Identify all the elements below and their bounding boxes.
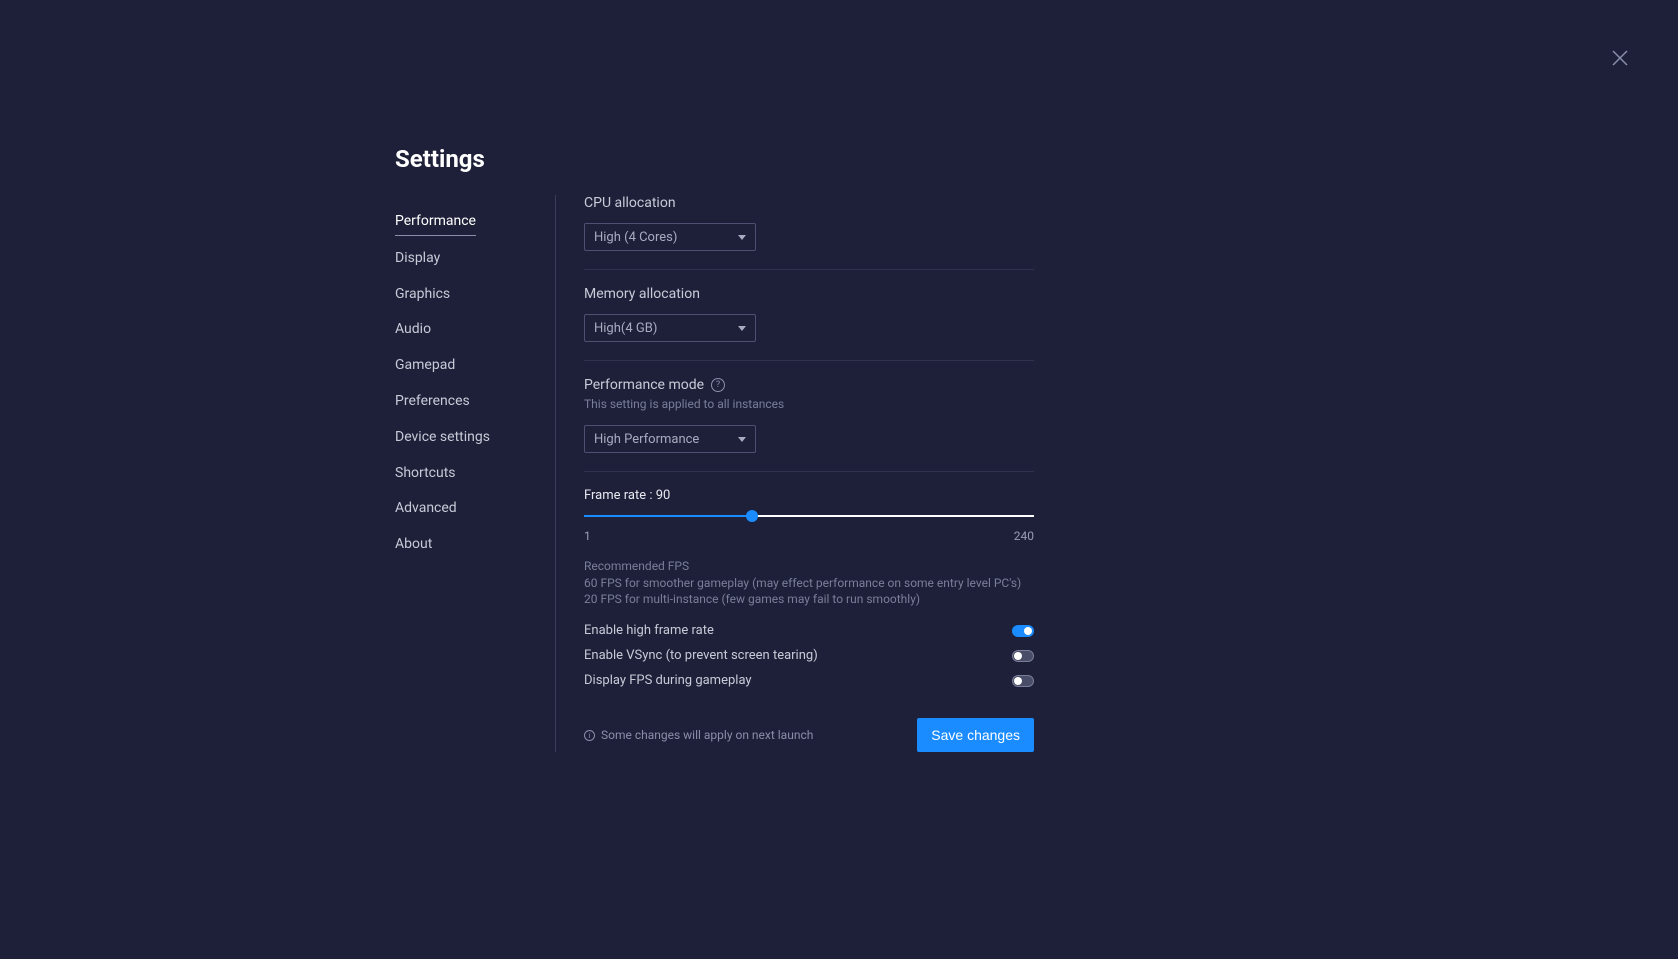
nav-item-device-settings[interactable]: Device settings: [395, 424, 555, 451]
nav-item-display[interactable]: Display: [395, 245, 555, 272]
page-title: Settings: [395, 145, 555, 173]
nav-item-gamepad[interactable]: Gamepad: [395, 352, 555, 379]
memory-allocation-label: Memory allocation: [584, 286, 1034, 302]
frame-rate-section: Frame rate : 90 1 240 Recommended FPS 60…: [584, 488, 1034, 688]
display-fps-toggle[interactable]: [1012, 675, 1034, 687]
enable-vsync-toggle[interactable]: [1012, 650, 1034, 662]
cpu-allocation-value: High (4 Cores): [594, 230, 677, 245]
nav-item-shortcuts[interactable]: Shortcuts: [395, 460, 555, 487]
display-fps-label: Display FPS during gameplay: [584, 673, 752, 688]
help-icon[interactable]: ?: [711, 378, 725, 392]
enable-high-frame-rate-row: Enable high frame rate: [584, 623, 1034, 638]
settings-nav: Performance Display Graphics Audio Gamep…: [395, 208, 555, 558]
nav-item-advanced[interactable]: Advanced: [395, 495, 555, 522]
settings-footer: i Some changes will apply on next launch…: [584, 718, 1034, 752]
chevron-down-icon: [738, 235, 746, 240]
apply-notice: i Some changes will apply on next launch: [584, 728, 813, 742]
frame-rate-label: Frame rate : 90: [584, 488, 1034, 503]
enable-vsync-row: Enable VSync (to prevent screen tearing): [584, 648, 1034, 663]
performance-mode-section: Performance mode ? This setting is appli…: [584, 377, 1034, 472]
performance-mode-label: Performance mode ?: [584, 377, 1034, 393]
nav-item-performance[interactable]: Performance: [395, 208, 476, 236]
recommended-fps-title: Recommended FPS: [584, 559, 1034, 573]
chevron-down-icon: [738, 326, 746, 331]
nav-item-about[interactable]: About: [395, 531, 555, 558]
nav-item-preferences[interactable]: Preferences: [395, 388, 555, 415]
cpu-allocation-select[interactable]: High (4 Cores): [584, 223, 756, 251]
slider-thumb[interactable]: [746, 510, 758, 522]
frame-rate-min: 1: [584, 529, 591, 543]
apply-notice-text: Some changes will apply on next launch: [601, 728, 813, 742]
nav-item-audio[interactable]: Audio: [395, 316, 555, 343]
vertical-divider: [555, 195, 556, 752]
memory-allocation-value: High(4 GB): [594, 321, 657, 336]
chevron-down-icon: [738, 437, 746, 442]
enable-vsync-label: Enable VSync (to prevent screen tearing): [584, 648, 818, 663]
frame-rate-slider[interactable]: [584, 509, 1034, 523]
save-changes-button[interactable]: Save changes: [917, 718, 1034, 752]
slider-track-fill: [584, 515, 752, 517]
frame-rate-max: 240: [1014, 529, 1034, 543]
cpu-allocation-label: CPU allocation: [584, 195, 1034, 211]
info-icon: i: [584, 730, 595, 741]
performance-mode-subtext: This setting is applied to all instances: [584, 397, 1034, 411]
memory-allocation-select[interactable]: High(4 GB): [584, 314, 756, 342]
display-fps-row: Display FPS during gameplay: [584, 673, 1034, 688]
memory-allocation-section: Memory allocation High(4 GB): [584, 286, 1034, 361]
nav-item-graphics[interactable]: Graphics: [395, 281, 555, 308]
recommended-fps-body: 60 FPS for smoother gameplay (may effect…: [584, 575, 1034, 607]
performance-mode-label-text: Performance mode: [584, 377, 704, 393]
cpu-allocation-section: CPU allocation High (4 Cores): [584, 195, 1034, 270]
close-icon: [1610, 48, 1630, 68]
close-button[interactable]: [1610, 48, 1630, 68]
enable-high-frame-rate-label: Enable high frame rate: [584, 623, 714, 638]
enable-high-frame-rate-toggle[interactable]: [1012, 625, 1034, 637]
settings-content: CPU allocation High (4 Cores) Memory all…: [584, 145, 1034, 752]
performance-mode-value: High Performance: [594, 432, 699, 447]
performance-mode-select[interactable]: High Performance: [584, 425, 756, 453]
